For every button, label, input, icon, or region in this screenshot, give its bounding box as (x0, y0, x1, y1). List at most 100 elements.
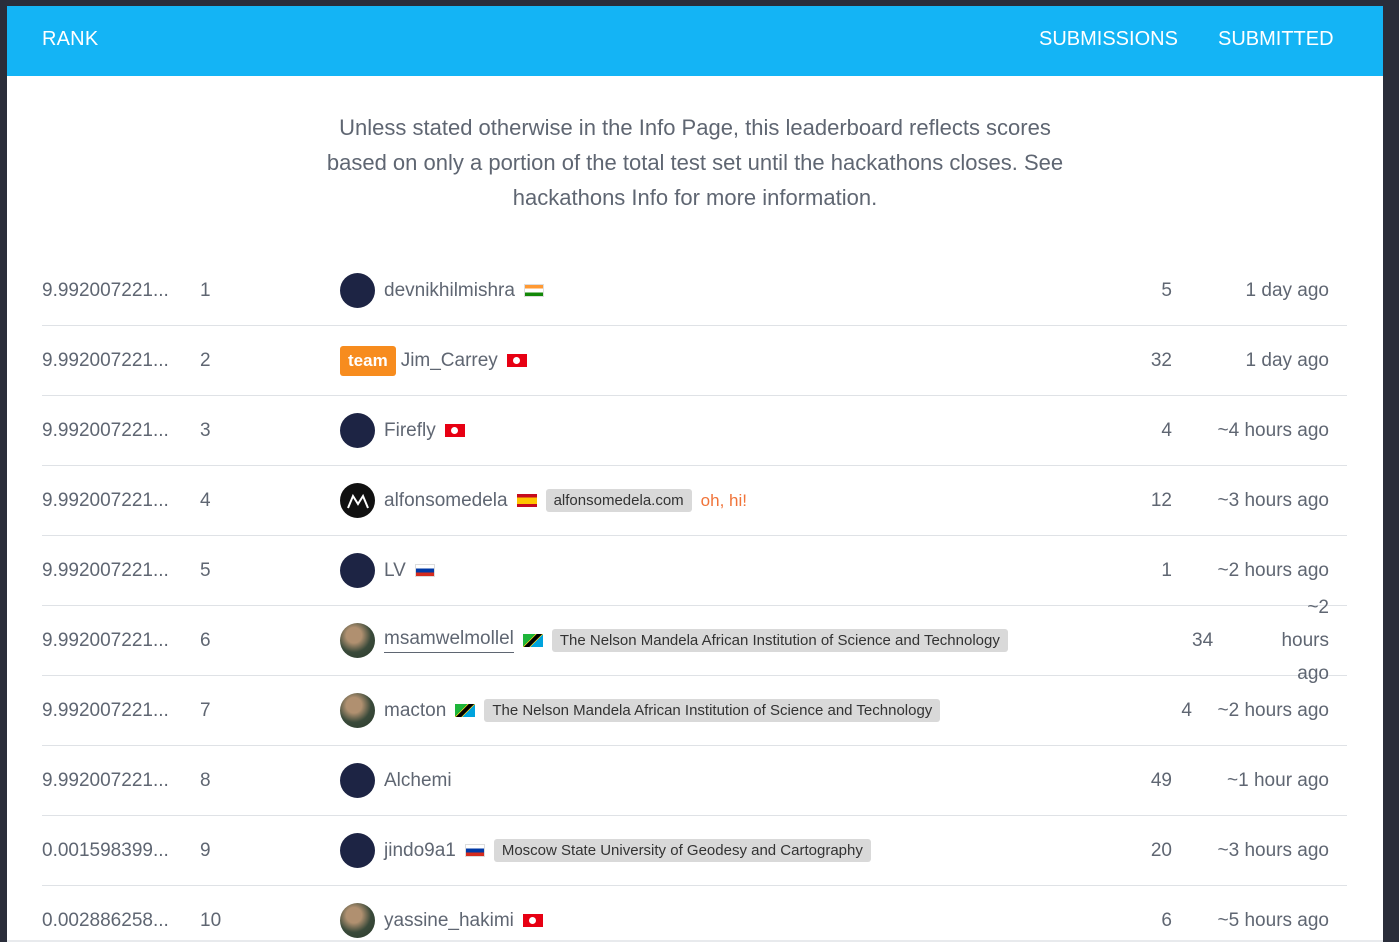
rank-cell: 5 (200, 559, 211, 581)
user-note: oh, hi! (700, 490, 747, 510)
submissions-count: 6 (1161, 909, 1172, 931)
user-cell: alfonsomedela alfonsomedela.com oh, hi! (340, 466, 1140, 535)
russia-flag-icon (414, 564, 435, 577)
table-row: 0.001598399... 9 jindo9a1 Moscow State U… (42, 816, 1347, 886)
submitted-time: ~2 hours ago (1217, 699, 1329, 721)
submissions-count: 49 (1150, 769, 1172, 791)
username-link[interactable]: Firefly (384, 420, 436, 442)
submissions-count: 4 (1161, 419, 1172, 441)
username-link[interactable]: yassine_hakimi (384, 910, 514, 932)
submitted-time: ~2 hours ago (1187, 597, 1329, 684)
russia-flag-icon (464, 844, 485, 857)
user-cell: team Jim_Carrey (340, 326, 1140, 395)
score-cell: 9.992007221... (42, 419, 169, 441)
mountain-logo-icon (346, 493, 369, 508)
photo-avatar[interactable] (340, 623, 375, 658)
submissions-count: 12 (1150, 489, 1172, 511)
score-cell: 9.992007221... (42, 489, 169, 511)
rank-cell: 10 (200, 909, 222, 931)
score-cell: 9.992007221... (42, 559, 169, 581)
score-cell: 9.992007221... (42, 769, 169, 791)
rank-cell: 8 (200, 769, 211, 791)
submissions-count: 1 (1161, 559, 1172, 581)
submitted-time: ~5 hours ago (1217, 909, 1329, 931)
submissions-count: 5 (1161, 279, 1172, 301)
submitted-time: 1 day ago (1245, 349, 1329, 371)
username-link[interactable]: devnikhilmishra (384, 280, 515, 302)
rank-cell: 6 (200, 629, 211, 651)
rank-cell: 7 (200, 699, 211, 721)
tanzania-flag-icon (522, 634, 543, 647)
user-cell: devnikhilmishra (340, 256, 1140, 325)
user-cell: LV (340, 536, 1140, 605)
table-row: 9.992007221... 1 devnikhilmishra 5 1 day… (42, 256, 1347, 326)
rank-cell: 4 (200, 489, 211, 511)
user-cell: yassine_hakimi (340, 886, 1140, 942)
score-cell: 0.002886258... (42, 909, 169, 931)
affiliation-tag: Moscow State University of Geodesy and C… (493, 839, 871, 862)
username-link[interactable]: jindo9a1 (384, 840, 456, 862)
default-avatar[interactable] (340, 553, 375, 588)
submitted-time: ~3 hours ago (1217, 839, 1329, 861)
table-row: 9.992007221... 4 alfonsomedela alfonsome… (42, 466, 1347, 536)
username-link[interactable]: macton (384, 700, 446, 722)
rank-column-header[interactable]: RANK (42, 28, 98, 51)
leaderboard-notice: Unless stated otherwise in the Info Page… (326, 115, 1064, 210)
submitted-column-header[interactable]: SUBMITTED (1218, 28, 1334, 51)
leaderboard-table: 9.992007221... 1 devnikhilmishra 5 1 day… (42, 256, 1347, 942)
submitted-time: 1 day ago (1245, 279, 1329, 301)
tunisia-flag-icon (522, 914, 543, 927)
submissions-count: 4 (1181, 699, 1192, 721)
score-cell: 0.001598399... (42, 839, 169, 861)
rank-cell: 9 (200, 839, 211, 861)
spain-flag-icon (516, 494, 537, 507)
affiliation-tag: alfonsomedela.com (545, 489, 692, 512)
user-cell: Firefly (340, 396, 1140, 465)
score-cell: 9.992007221... (42, 699, 169, 721)
submitted-time-line: ~2 (1307, 597, 1329, 618)
default-avatar[interactable] (340, 413, 375, 448)
username-link[interactable]: Jim_Carrey (401, 350, 498, 372)
table-row: 9.992007221... 6 msamwelmollel The Nelso… (42, 597, 1347, 684)
submissions-column-header[interactable]: SUBMISSIONS (1039, 28, 1178, 51)
window-gutter (1383, 0, 1399, 942)
username-link[interactable]: alfonsomedela (384, 490, 508, 512)
score-cell: 9.992007221... (42, 629, 169, 651)
tunisia-flag-icon (444, 424, 465, 437)
default-avatar[interactable] (340, 273, 375, 308)
leaderboard-header: RANK SUBMISSIONS SUBMITTED (7, 6, 1383, 76)
rank-cell: 1 (200, 279, 211, 301)
user-cell: macton The Nelson Mandela African Instit… (340, 676, 1140, 745)
submissions-count: 32 (1150, 349, 1172, 371)
india-flag-icon (523, 284, 544, 297)
default-avatar[interactable] (340, 763, 375, 798)
affiliation-tag: The Nelson Mandela African Institution o… (484, 699, 941, 722)
table-row: 9.992007221... 2 team Jim_Carrey 32 1 da… (42, 326, 1347, 396)
photo-avatar[interactable] (340, 903, 375, 938)
table-row: 9.992007221... 8 Alchemi 49 ~1 hour ago (42, 746, 1347, 816)
username-link[interactable]: msamwelmollel (384, 628, 514, 653)
tanzania-flag-icon (455, 704, 476, 717)
affiliation-tag: The Nelson Mandela African Institution o… (551, 629, 1008, 652)
leaderboard-panel: RANK SUBMISSIONS SUBMITTED Unless stated… (7, 6, 1383, 942)
user-cell: Alchemi (340, 746, 1140, 815)
photo-avatar[interactable] (340, 693, 375, 728)
submitted-time: ~1 hour ago (1227, 769, 1329, 791)
submitted-time: ~3 hours ago (1217, 489, 1329, 511)
score-cell: 9.992007221... (42, 349, 169, 371)
table-row: 0.002886258... 10 yassine_hakimi 6 ~5 ho… (42, 886, 1347, 942)
rank-cell: 2 (200, 349, 211, 371)
tunisia-flag-icon (506, 354, 527, 367)
table-row: 9.992007221... 5 LV 1 ~2 hours ago (42, 536, 1347, 606)
submissions-count: 20 (1150, 839, 1172, 861)
rank-cell: 3 (200, 419, 211, 441)
default-avatar[interactable] (340, 833, 375, 868)
score-cell: 9.992007221... (42, 279, 169, 301)
user-cell: jindo9a1 Moscow State University of Geod… (340, 816, 1140, 885)
logo-avatar[interactable] (340, 483, 375, 518)
user-cell: msamwelmollel The Nelson Mandela African… (340, 606, 1140, 675)
team-badge: team (340, 345, 396, 376)
username-link[interactable]: Alchemi (384, 770, 452, 792)
username-link[interactable]: LV (384, 560, 406, 582)
table-row: 9.992007221... 7 macton The Nelson Mande… (42, 676, 1347, 746)
